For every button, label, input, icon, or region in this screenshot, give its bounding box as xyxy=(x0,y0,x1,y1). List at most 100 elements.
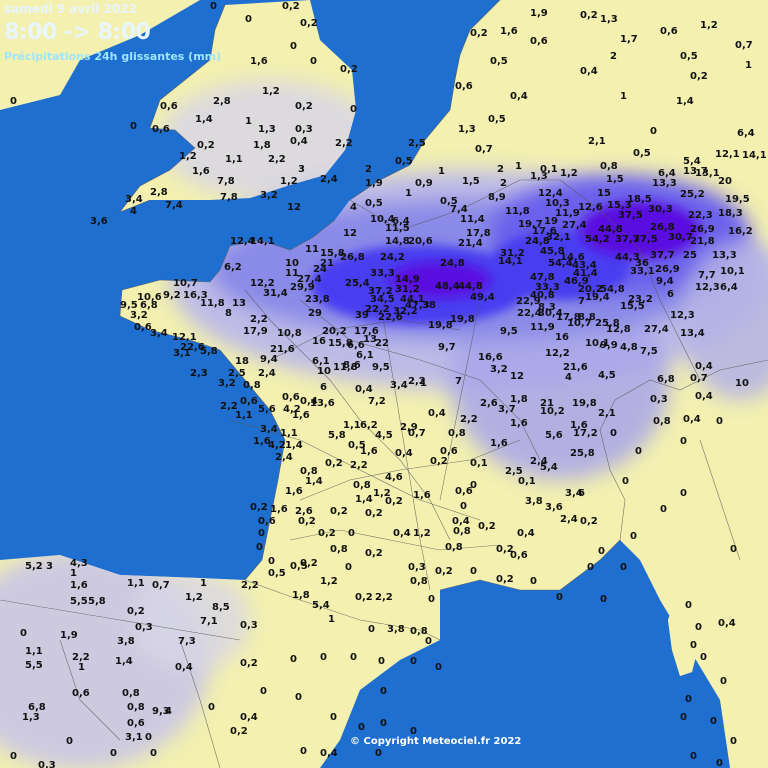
station-value: 0 xyxy=(260,686,267,697)
station-value: 1,6 xyxy=(250,56,268,67)
station-value: 26,8 xyxy=(340,252,365,263)
station-value: 0,2 xyxy=(478,521,496,532)
station-value: 7 xyxy=(578,296,585,307)
station-value: 0 xyxy=(208,702,215,713)
map-canvas: 0 0,20,201,9 0,2 1,31,201,60,60,21,70,60,71… xyxy=(0,0,768,768)
station-value: 2,2 xyxy=(350,460,368,471)
station-value: 19,5 xyxy=(725,194,750,205)
station-value: 0 xyxy=(598,546,605,557)
station-value: 0 xyxy=(428,594,435,605)
station-value: 0,2 xyxy=(435,566,453,577)
station-value: 2,2 xyxy=(250,314,268,325)
station-value: 0 xyxy=(435,662,442,673)
station-value: 0 xyxy=(680,436,687,447)
station-value: 2 xyxy=(497,164,504,175)
station-value: 0 xyxy=(350,104,357,115)
station-value: 1,6 xyxy=(360,446,378,457)
station-value: 0,2 xyxy=(197,140,215,151)
station-value: 18 xyxy=(235,356,249,367)
station-value: 0 xyxy=(66,736,73,747)
station-value: 2,2 xyxy=(460,414,478,425)
station-value: 48,4 xyxy=(435,281,460,292)
station-value: 0,2 xyxy=(496,574,514,585)
station-value: 0 xyxy=(345,562,352,573)
station-value: 0 xyxy=(530,576,537,587)
station-value: 0,7 xyxy=(152,580,170,591)
station-value: 8,5 xyxy=(212,602,230,613)
station-value: 3,2 xyxy=(130,310,148,321)
station-value: 0,2 xyxy=(127,606,145,617)
station-value: 22,6 xyxy=(378,312,403,323)
station-value: 27,4 xyxy=(644,324,669,335)
station-value: 4 xyxy=(165,706,172,717)
station-value: 1,9 xyxy=(365,178,383,189)
station-value: 21,4 xyxy=(458,238,483,249)
station-value: 1 xyxy=(78,662,85,673)
station-value: 0,2 xyxy=(430,456,448,467)
station-value: 5,8 xyxy=(88,596,106,607)
station-value: 32,1 xyxy=(546,232,571,243)
station-value: 12,3 xyxy=(670,310,695,321)
station-value: 0 xyxy=(310,56,317,67)
station-value: 13,3 xyxy=(652,178,677,189)
station-value: 0 xyxy=(620,562,627,573)
station-value: 0 xyxy=(295,692,302,703)
station-value: 1,5 xyxy=(462,176,480,187)
station-value: 0,5 xyxy=(395,156,413,167)
station-value: 0,6 xyxy=(240,396,258,407)
station-value: 3,4 xyxy=(390,380,408,391)
station-value: 1,4 xyxy=(305,476,323,487)
station-value: 1 xyxy=(405,188,412,199)
station-value: 1,2 xyxy=(413,528,431,539)
station-value: 0 xyxy=(20,628,27,639)
station-value: 0,1 xyxy=(518,476,536,487)
station-value: 0,8 xyxy=(122,688,140,699)
copyright-notice: © Copyright Meteociel.fr 2022 xyxy=(350,736,522,747)
station-value: 2,4 xyxy=(560,514,578,525)
station-value: 0 xyxy=(380,686,387,697)
station-value: 37,7 xyxy=(650,250,675,261)
station-value: 22,3 xyxy=(688,210,713,221)
station-value: 1,9 xyxy=(530,8,548,19)
station-value: 1,6 xyxy=(500,26,518,37)
station-value: 0 xyxy=(290,41,297,52)
station-value: 0,2 xyxy=(300,18,318,29)
station-value: 4 xyxy=(565,372,572,383)
station-value: 0,4 xyxy=(695,391,713,402)
station-value: 0,2 xyxy=(240,658,258,669)
station-value: 0,5 xyxy=(633,148,651,159)
station-value: 1,6 xyxy=(70,580,88,591)
station-value: 29,9 xyxy=(290,282,315,293)
station-value: 10,1 xyxy=(720,266,745,277)
station-value: 0,8 xyxy=(410,576,428,587)
station-value: 49,4 xyxy=(470,292,495,303)
station-value: 0,6 xyxy=(530,36,548,47)
station-value: 0 xyxy=(460,501,467,512)
station-value: 12,2 xyxy=(545,348,570,359)
station-value: 14,1 xyxy=(498,256,523,267)
station-value: 7,3 xyxy=(178,636,196,647)
station-value: 11,8 xyxy=(333,362,358,373)
station-value: 0 xyxy=(730,736,737,747)
station-value: 1,3 xyxy=(258,124,276,135)
station-value: 33,1 xyxy=(630,266,655,277)
station-value: 11,9 xyxy=(530,322,555,333)
station-value: 1,9 xyxy=(60,630,78,641)
station-value: 0 xyxy=(425,636,432,647)
station-value: 1,6 xyxy=(292,410,310,421)
station-value: 1,4 xyxy=(285,440,303,451)
station-value: 12 xyxy=(510,371,524,382)
station-value: 0 xyxy=(375,748,382,759)
station-value: 0 xyxy=(690,751,697,762)
station-value: 4,8 xyxy=(620,342,638,353)
station-value: 0,2 xyxy=(330,506,348,517)
station-value: 0,6 xyxy=(127,718,145,729)
station-value: 3 xyxy=(298,164,305,175)
station-value: 0,2 xyxy=(295,101,313,112)
station-value: 25,4 xyxy=(345,278,370,289)
station-value: 0 xyxy=(256,542,263,553)
station-value: 9,7 xyxy=(438,342,456,353)
station-value: 0,8 xyxy=(243,380,261,391)
station-value: 0 xyxy=(685,600,692,611)
map-subtitle: Précipitations 24h glissantes (mm) xyxy=(4,50,222,63)
